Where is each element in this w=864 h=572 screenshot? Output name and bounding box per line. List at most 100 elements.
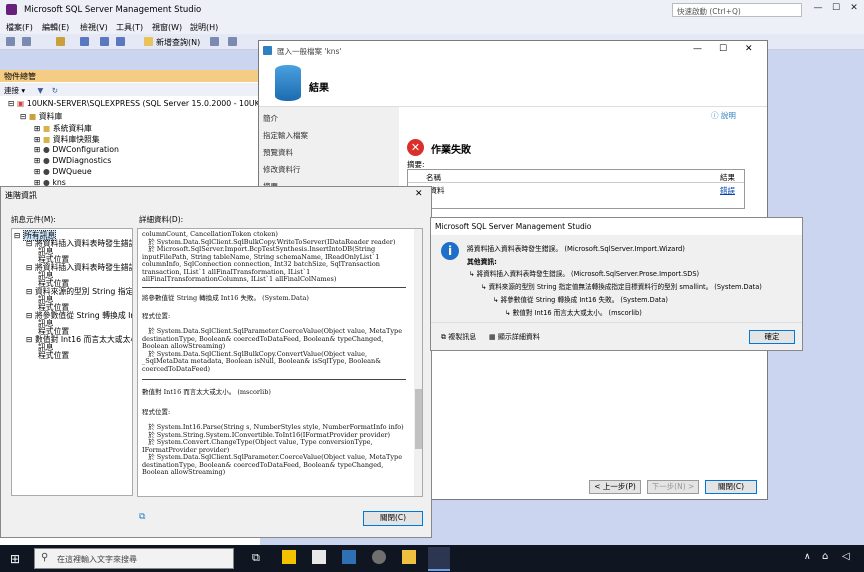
nav-modify-columns[interactable]: 修改資料行	[263, 164, 301, 175]
detail-block-stack: columnCount, CancellationToken ctoken) 於…	[142, 230, 396, 283]
chain-item: ↳ 數值對 Int16 而言太大或太小。 (mscorlib)	[505, 309, 642, 317]
forward-icon[interactable]	[22, 37, 31, 46]
col-name-header[interactable]: 名稱	[426, 172, 441, 183]
db-node-system[interactable]: ⊞ ■ 系統資料庫	[34, 123, 92, 134]
help-link[interactable]: ⓘ 說明	[711, 110, 736, 121]
error-message-box: Microsoft SQL Server Management Studio i…	[430, 217, 803, 351]
chain-item: ↳ 資料來源的型別 String 指定值無法轉換成指定目標資料行的型別 smal…	[481, 283, 762, 291]
open-icon[interactable]	[80, 37, 89, 46]
windows-start-icon[interactable]: ⊞	[10, 552, 20, 566]
menu-help[interactable]: 說明(H)	[190, 22, 218, 33]
menu-window[interactable]: 視窗(W)	[152, 22, 182, 33]
status-text: 作業失敗	[431, 145, 471, 156]
quick-launch-input[interactable]: 快速啟動 (Ctrl+Q)	[672, 3, 802, 17]
next-button[interactable]: 下一步(N) >	[647, 480, 699, 494]
wizard-titlebar: 匯入一般檔案 'kns' — ☐ ✕	[259, 41, 767, 61]
maximize-button[interactable]: ☐	[828, 3, 844, 17]
object-explorer-toolbar: 連接 ▾ ▼ ↻	[0, 83, 260, 96]
back-icon[interactable]	[6, 37, 15, 46]
save-all-icon[interactable]	[116, 37, 125, 46]
query-db-icon[interactable]	[210, 37, 219, 46]
col-result-header[interactable]: 結果	[720, 172, 735, 183]
server-node[interactable]: ⊟ ▣ 10UKN-SERVER\SQLEXPRESS (SQL Server …	[8, 99, 278, 108]
minimize-button[interactable]: —	[810, 3, 826, 17]
task-view-icon[interactable]: ⧉	[252, 551, 260, 565]
msgbox-footer	[431, 322, 802, 350]
chain-item: ↳ 將參數值從 String 轉換成 Int16 失敗。 (System.Dat…	[493, 296, 668, 304]
new-query-icon[interactable]	[144, 37, 153, 46]
db-node-dwqueue[interactable]: ⊞ ● DWQueue	[34, 167, 92, 176]
msgbox-main-line: 將資料插入資料表時發生錯誤。 (Microsoft.SqlServer.Impo…	[467, 245, 685, 253]
wizard-heading: 結果	[309, 83, 329, 94]
wizard-title: 匯入一般檔案 'kns'	[277, 47, 342, 56]
menu-tools[interactable]: 工具(T)	[116, 22, 143, 33]
details-dialog: 進階資訊 ✕ 訊息元件(M): 詳細資料(D): ⊟ 所有訊息 ⊟ 將資料插入資…	[0, 186, 432, 538]
file-explorer-icon[interactable]	[402, 550, 416, 564]
ssms-titlebar: Microsoft SQL Server Management Studio 快…	[0, 0, 864, 20]
db-node-snapshots[interactable]: ⊞ ■ 資料庫快照集	[34, 134, 100, 145]
detail-block-message: 將參數值從 String 轉換成 Int16 失敗。 (System.Data)	[142, 294, 309, 302]
menu-view[interactable]: 檢視(V)	[80, 22, 108, 33]
row-result-link[interactable]: 錯誤	[720, 185, 735, 196]
nav-preview[interactable]: 預覽資料	[263, 147, 293, 158]
wizard-minimize-button[interactable]: —	[693, 44, 702, 54]
detail-block-location: 程式位置: 於 System.Int16.Parse(String s, Num…	[142, 408, 404, 476]
close-button[interactable]: ✕	[846, 3, 862, 17]
sticky-notes-icon[interactable]	[282, 550, 296, 564]
db-node-dwconfiguration[interactable]: ⊞ ● DWConfiguration	[34, 145, 119, 154]
ok-button[interactable]: 確定	[749, 330, 795, 344]
detail-text-box[interactable]: columnCount, CancellationToken ctoken) 於…	[137, 228, 423, 497]
ssms-taskbar-icon[interactable]	[428, 547, 450, 571]
object-explorer-header: 物件總管	[0, 70, 260, 82]
app-title: Microsoft SQL Server Management Studio	[24, 5, 202, 15]
query-analysis-icon[interactable]	[228, 37, 237, 46]
wizard-icon	[263, 46, 272, 55]
tray-chevron-icon[interactable]: ∧	[804, 552, 811, 562]
taskbar: ⊞ ⚲ 在這裡輸入文字來搜尋 ⧉ ∧ ⌂ ◁	[0, 545, 864, 572]
wizard-close-dialog-button[interactable]: 關閉(C)	[705, 480, 757, 494]
details-close-button[interactable]: 關閉(C)	[363, 511, 423, 526]
wizard-close-button[interactable]: ✕	[745, 44, 753, 54]
detail-block-location: 程式位置: 於 System.Data.SqlClient.SqlParamet…	[142, 312, 403, 373]
other-info-label: 其他資訊:	[467, 258, 497, 266]
scrollbar-thumb[interactable]	[415, 389, 422, 449]
detail-block-message: 數值對 Int16 而言太大或太小。 (mscorlib)	[142, 388, 271, 396]
table-row: 入資料 錯誤	[408, 184, 744, 196]
db-node-dwdiagnostics[interactable]: ⊞ ● DWDiagnostics	[34, 156, 111, 165]
tree-item[interactable]: 程式位置	[38, 350, 69, 361]
connect-button[interactable]: 連接 ▾	[4, 86, 25, 95]
database-import-icon	[275, 65, 301, 101]
notepad-icon[interactable]	[312, 550, 326, 564]
menu-file[interactable]: 檔案(F)	[6, 22, 33, 33]
message-tree: ⊟ 所有訊息 ⊟ 將資料插入資料表時發生錯誤 訊息 程式位置 ⊟ 將資料插入資料…	[11, 228, 133, 496]
chain-item: ↳ 將資料插入資料表時發生錯誤。 (Microsoft.SqlServer.Pr…	[469, 270, 700, 278]
details-title: 進階資訊	[5, 191, 37, 200]
save-icon[interactable]	[100, 37, 109, 46]
new-project-icon[interactable]	[56, 37, 65, 46]
copy-icon[interactable]: ⧉	[139, 512, 145, 522]
new-query-button[interactable]: 新增查詢(N)	[156, 37, 200, 48]
volume-icon[interactable]: ◁	[842, 551, 850, 562]
nav-intro[interactable]: 簡介	[263, 113, 278, 124]
previous-button[interactable]: < 上一步(P)	[589, 480, 641, 494]
copy-message-link[interactable]: ⧉ 複製訊息	[441, 332, 476, 342]
taskbar-search-box[interactable]: ⚲ 在這裡輸入文字來搜尋	[34, 548, 234, 569]
menu-edit[interactable]: 編輯(E)	[42, 22, 69, 33]
tree-label: 訊息元件(M):	[11, 215, 56, 224]
filter-icon[interactable]: ▼	[38, 86, 44, 95]
wizard-maximize-button[interactable]: ☐	[719, 44, 727, 54]
nav-input-file[interactable]: 指定輸入檔案	[263, 130, 308, 141]
calculator-icon[interactable]	[342, 550, 356, 564]
msgbox-titlebar: Microsoft SQL Server Management Studio	[431, 218, 802, 235]
show-details-link[interactable]: ▦ 顯示詳細資料	[489, 332, 540, 342]
details-close-icon[interactable]: ✕	[415, 189, 423, 199]
ssms-logo-icon	[6, 4, 17, 15]
refresh-icon[interactable]: ↻	[52, 86, 58, 95]
menu-bar: 檔案(F) 編輯(E) 檢視(V) 工具(T) 視窗(W) 說明(H)	[0, 20, 864, 34]
table-header-row: 名稱 結果	[408, 170, 744, 183]
separator	[142, 379, 406, 380]
databases-node[interactable]: ⊟ ■ 資料庫	[20, 111, 62, 122]
detail-scrollbar[interactable]	[414, 229, 422, 496]
settings-icon[interactable]	[372, 550, 386, 564]
network-icon[interactable]: ⌂	[822, 551, 828, 562]
